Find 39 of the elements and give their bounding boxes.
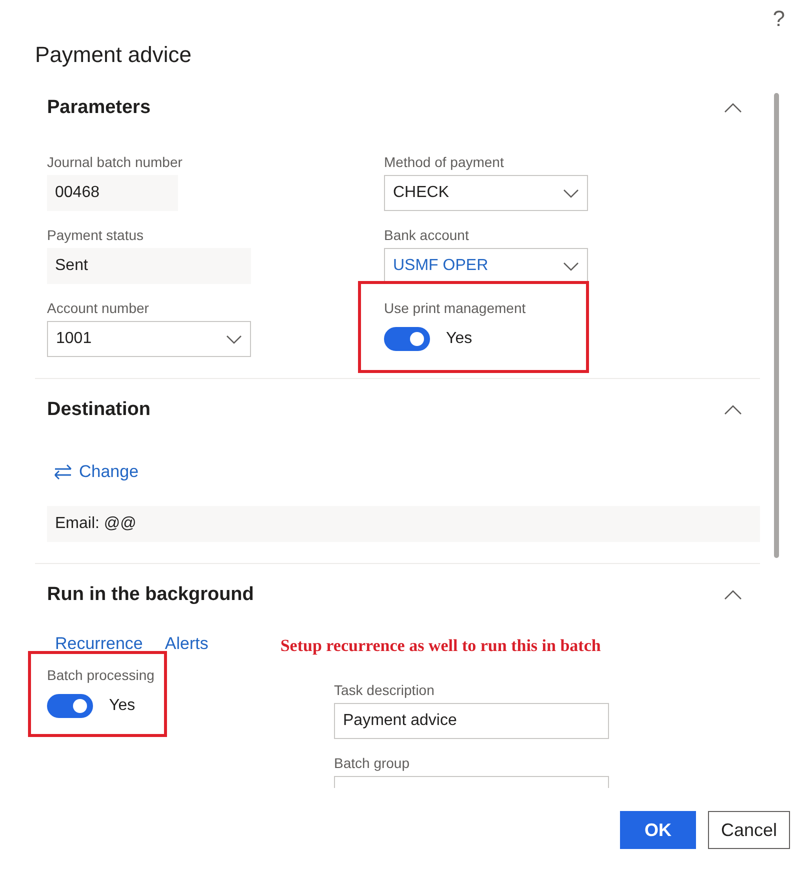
caret-icon (563, 188, 579, 198)
dropdown-field[interactable]: 1001 (47, 321, 251, 357)
section-title: Run in the background (47, 584, 254, 606)
caret-icon (563, 262, 579, 270)
field-label: Task description (334, 681, 434, 699)
read-only-field: 00468 (47, 175, 178, 211)
field-label: Use print management (384, 299, 526, 317)
field-label: Method of payment (384, 153, 504, 171)
section-title: Parameters (47, 97, 151, 119)
tab[interactable]: Recurrence (55, 634, 143, 658)
field-label: Payment status (47, 226, 144, 244)
field-label: Account number (47, 299, 149, 317)
field-label: Bank account (384, 226, 469, 244)
field-label: Journal batch number (47, 153, 182, 171)
toggle-switch[interactable] (47, 694, 93, 718)
caret-icon (226, 334, 242, 344)
tab[interactable]: Alerts (164, 634, 208, 658)
field-label: Batch group (334, 754, 410, 772)
read-only-field: Sent (47, 248, 251, 284)
dialog-title: Payment advice (35, 41, 192, 69)
toggle-switch[interactable] (384, 327, 430, 351)
dropdown-field[interactable]: CHECK (384, 175, 588, 211)
toggle-value: Yes (446, 330, 472, 348)
ok-button[interactable]: OK (620, 811, 696, 849)
annotation-text: Setup recurrence as well to run this in batch (280, 636, 601, 656)
help-icon[interactable]: ? (772, 6, 785, 32)
field-label: Batch processing (47, 666, 154, 684)
email-field: Email: @@ (47, 506, 760, 542)
input-field[interactable]: Payment advice (334, 703, 609, 739)
change-link[interactable]: Change (53, 456, 139, 488)
collapse-chevron-icon[interactable] (724, 405, 742, 415)
collapse-chevron-icon[interactable] (724, 590, 742, 600)
dropdown-field[interactable]: USMF OPER (384, 248, 588, 284)
scrollbar[interactable] (774, 93, 779, 558)
cancel-button[interactable]: Cancel (708, 811, 790, 849)
swap-arrows-icon (53, 464, 73, 480)
section-title: Destination (47, 399, 150, 421)
collapse-chevron-icon[interactable] (724, 103, 742, 113)
toggle-value: Yes (109, 697, 136, 715)
